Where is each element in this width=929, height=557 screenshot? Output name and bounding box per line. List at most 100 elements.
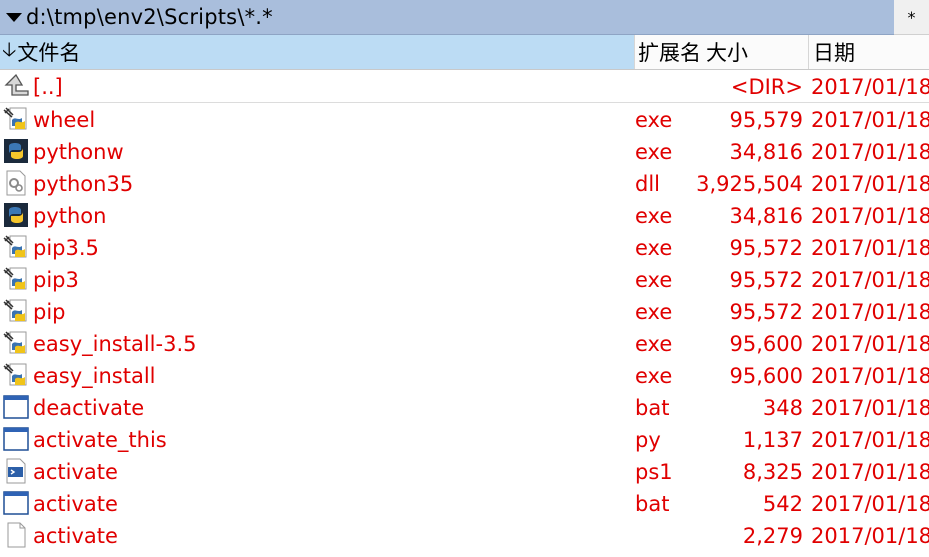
file-row[interactable]: pip exe 95,572 2017/01/18: [0, 295, 929, 327]
file-row[interactable]: activate bat 542 2017/01/18: [0, 487, 929, 519]
file-name: activate_this: [33, 428, 167, 452]
file-date: 2017/01/18: [811, 492, 929, 516]
file-size: 2,279: [742, 524, 803, 548]
file-size: 95,600: [729, 332, 803, 356]
file-row[interactable]: pythonw exe 34,816 2017/01/18: [0, 135, 929, 167]
python-script-exe-icon: [3, 266, 29, 292]
file-name: deactivate: [33, 396, 145, 420]
file-date: 2017/01/18: [811, 140, 929, 164]
file-size: 34,816: [729, 140, 803, 164]
python-script-exe-icon: [3, 234, 29, 260]
file-ext: py: [635, 428, 661, 452]
file-list: [..] <DIR> 2017/01/18 wheel exe 95,579 2017/01…: [0, 70, 929, 551]
file-row[interactable]: python exe 34,816 2017/01/18: [0, 199, 929, 231]
file-size: 95,572: [729, 236, 803, 260]
path-bar[interactable]: d:\tmp\env2\Scripts\*.*: [0, 0, 894, 35]
column-ext-label: 扩展名: [638, 41, 701, 65]
file-row[interactable]: pip3 exe 95,572 2017/01/18: [0, 263, 929, 295]
file-size: <DIR>: [730, 75, 803, 99]
file-row[interactable]: easy_install-3.5 exe 95,600 2017/01/18: [0, 327, 929, 359]
file-date: 2017/01/18: [811, 268, 929, 292]
file-row[interactable]: python35 dll 3,925,504 2017/01/18: [0, 167, 929, 199]
file-size: 95,572: [729, 300, 803, 324]
column-date-label: 日期: [813, 41, 855, 65]
file-ext: bat: [635, 492, 670, 516]
file-date: 2017/01/18: [811, 428, 929, 452]
file-name: wheel: [33, 108, 96, 132]
batch-window-icon: [3, 490, 29, 516]
file-size: 542: [762, 492, 803, 516]
file-row[interactable]: easy_install exe 95,600 2017/01/18: [0, 359, 929, 391]
file-ext: exe: [635, 300, 673, 324]
file-date: 2017/01/18: [811, 332, 929, 356]
column-header-name[interactable]: 🡣 文件名: [0, 35, 634, 69]
column-header-ext[interactable]: 扩展名: [634, 35, 704, 69]
file-name: activate: [33, 460, 118, 484]
python-app-icon: [3, 202, 29, 228]
python-script-exe-icon: [3, 298, 29, 324]
filter-star-button[interactable]: *: [894, 0, 929, 35]
parent-dir-row[interactable]: [..] <DIR> 2017/01/18: [0, 70, 929, 103]
file-date: 2017/01/18: [811, 460, 929, 484]
file-size: 3,925,504: [696, 172, 803, 196]
file-size: 34,816: [729, 204, 803, 228]
file-date: 2017/01/18: [811, 108, 929, 132]
file-row[interactable]: activate 2,279 2017/01/18: [0, 519, 929, 551]
file-date: 2017/01/18: [811, 524, 929, 548]
python-script-exe-icon: [3, 362, 29, 388]
file-date: 2017/01/18: [811, 364, 929, 388]
file-date: 2017/01/18: [811, 396, 929, 420]
file-row[interactable]: pip3.5 exe 95,572 2017/01/18: [0, 231, 929, 263]
file-ext: exe: [635, 140, 673, 164]
file-row[interactable]: activate ps1 8,325 2017/01/18: [0, 455, 929, 487]
file-name: python35: [33, 172, 134, 196]
file-ext: exe: [635, 332, 673, 356]
file-size: 95,579: [729, 108, 803, 132]
file-size: 95,572: [729, 268, 803, 292]
blank-file-icon: [3, 522, 29, 548]
file-size: 1,137: [742, 428, 803, 452]
file-name: easy_install-3.5: [33, 332, 197, 356]
file-date: 2017/01/18: [811, 300, 929, 324]
python-script-exe-icon: [3, 330, 29, 356]
file-ext: dll: [635, 172, 660, 196]
file-name: activate: [33, 524, 118, 548]
file-name: pip: [33, 300, 66, 324]
up-folder-icon: [3, 73, 29, 99]
file-ext: ps1: [635, 460, 673, 484]
file-name: pip3.5: [33, 236, 99, 260]
column-header-date[interactable]: 日期: [808, 35, 929, 69]
file-date: 2017/01/18: [811, 172, 929, 196]
file-ext: exe: [635, 236, 673, 260]
dropdown-arrow-icon[interactable]: [6, 12, 22, 22]
powershell-script-icon: [3, 458, 29, 484]
column-header: 🡣 文件名 扩展名 大小 日期: [0, 35, 929, 70]
file-date: 2017/01/18: [811, 236, 929, 260]
file-row[interactable]: deactivate bat 348 2017/01/18: [0, 391, 929, 423]
file-ext: exe: [635, 108, 673, 132]
file-ext: exe: [635, 204, 673, 228]
column-header-size[interactable]: 大小: [704, 35, 808, 69]
file-row[interactable]: activate_this py 1,137 2017/01/18: [0, 423, 929, 455]
file-size: 95,600: [729, 364, 803, 388]
file-name: pythonw: [33, 140, 124, 164]
file-date: 2017/01/18: [811, 204, 929, 228]
column-size-label: 大小: [706, 41, 748, 65]
file-date: 2017/01/18: [811, 75, 929, 99]
file-name: pip3: [33, 268, 79, 292]
file-ext: exe: [635, 268, 673, 292]
file-name: activate: [33, 492, 118, 516]
file-name: python: [33, 204, 107, 228]
batch-window-icon: [3, 394, 29, 420]
current-path: d:\tmp\env2\Scripts\*.*: [26, 5, 273, 29]
file-size: 348: [762, 396, 803, 420]
file-name: easy_install: [33, 364, 156, 388]
dll-gear-icon: [3, 170, 29, 196]
python-app-icon: [3, 138, 29, 164]
file-ext: exe: [635, 364, 673, 388]
file-name: [..]: [33, 75, 63, 99]
sort-down-arrow-icon: 🡣: [2, 37, 17, 61]
python-script-exe-icon: [3, 106, 29, 132]
file-row[interactable]: wheel exe 95,579 2017/01/18: [0, 103, 929, 135]
file-size: 8,325: [742, 460, 803, 484]
